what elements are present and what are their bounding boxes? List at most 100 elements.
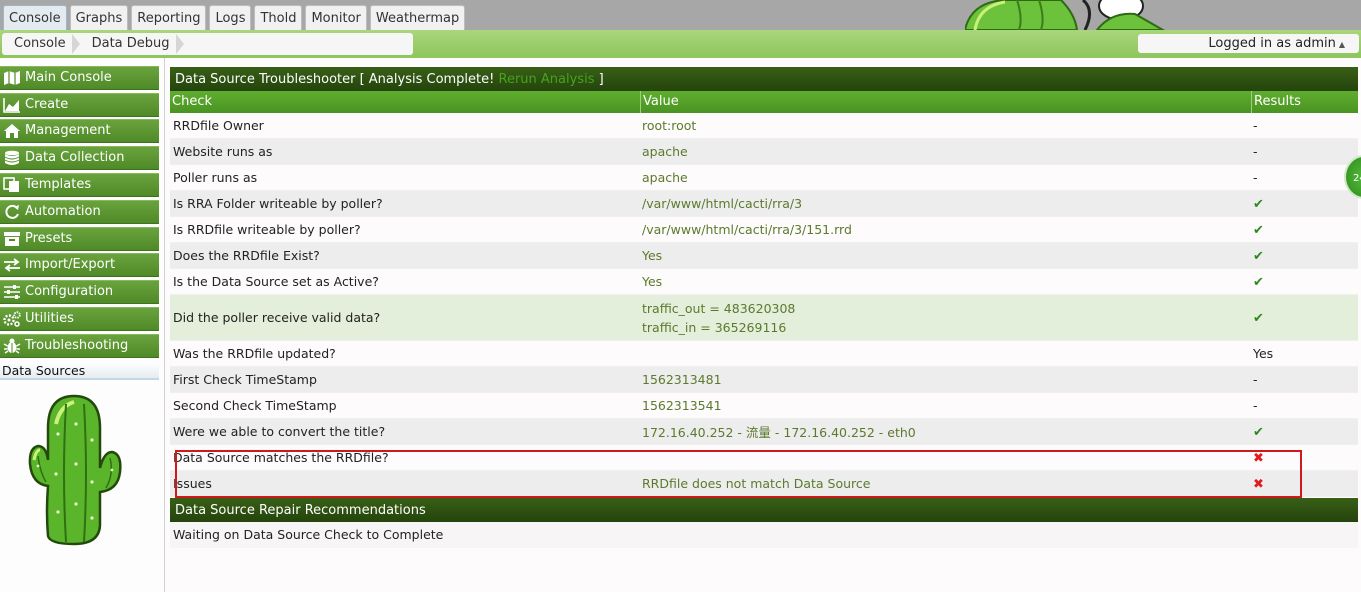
cactus-banner-image	[965, 0, 1165, 30]
table-row: Does the RRDfile Exist? Yes ✔	[170, 243, 1358, 269]
sidebar-subitem-data-sources[interactable]: Data Sources	[0, 362, 159, 380]
breadcrumb-bar: Console Data Debug Logged in as admin ▲	[0, 30, 1361, 58]
check-icon: ✔	[1253, 196, 1264, 212]
rerun-analysis-link[interactable]: Rerun Analysis	[499, 72, 595, 87]
table-row: Data Source matches the RRDfile? ✖	[170, 445, 1358, 471]
result-cell: -	[1253, 398, 1258, 413]
column-header-results[interactable]: Results	[1251, 91, 1358, 113]
value-text: /var/www/html/cacti/rra/3/151.rrd	[642, 222, 852, 237]
breadcrumb-console[interactable]: Console	[2, 33, 80, 55]
tab-graphs[interactable]: Graphs	[69, 5, 129, 30]
user-menu[interactable]: Logged in as admin ▲	[1138, 34, 1359, 53]
result-cell: ✔	[1251, 222, 1358, 238]
sidebar-item-label: Data Collection	[25, 150, 125, 165]
check-cell: Is RRDfile writeable by poller?	[173, 222, 361, 237]
sidebar-item-utilities[interactable]: Utilities	[0, 307, 159, 331]
home-icon	[2, 122, 22, 140]
column-header-value[interactable]: Value	[640, 91, 1251, 113]
check-cell: Issues	[173, 476, 212, 491]
sidebar-item-presets[interactable]: Presets	[0, 227, 159, 251]
cross-icon: ✖	[1253, 450, 1264, 466]
result-cell: ✔	[1251, 248, 1358, 264]
table-row: Was the RRDfile updated? Yes	[170, 341, 1358, 367]
column-header-check[interactable]: Check	[170, 91, 640, 113]
sidebar-item-create[interactable]: Create	[0, 93, 159, 117]
value-text: root:root	[642, 118, 697, 133]
check-cell: Poller runs as	[173, 170, 258, 185]
check-icon: ✔	[1253, 248, 1264, 264]
caret-up-icon: ▲	[1338, 40, 1345, 49]
troubleshooter-table: RRDfile Owner root:root - Website runs as ap…	[170, 113, 1358, 497]
table-row: Is RRA Folder writeable by poller? /var/w…	[170, 191, 1358, 217]
value-text: RRDfile does not match Data Source	[642, 476, 871, 491]
tab-reporting[interactable]: Reporting	[131, 5, 207, 30]
troubleshooter-title-end: ]	[598, 72, 604, 87]
troubleshooter-title: Data Source Troubleshooter [ Analysis Co…	[175, 72, 495, 87]
copy-icon	[2, 176, 22, 194]
tab-thold[interactable]: Thold	[254, 5, 303, 30]
database-icon	[2, 149, 22, 167]
result-cell: ✖	[1251, 476, 1358, 492]
archive-icon	[2, 230, 22, 248]
check-cell: Did the poller receive valid data?	[173, 310, 381, 325]
tab-weathermap[interactable]: Weathermap	[369, 5, 466, 30]
value-cell: apache	[640, 170, 1251, 185]
main-content: Data Source Troubleshooter [ Analysis Co…	[170, 66, 1358, 548]
tab-logs[interactable]: Logs	[209, 5, 252, 30]
table-header: Check Value Results	[170, 91, 1358, 113]
sidebar-item-import-export[interactable]: Import/Export	[0, 253, 159, 277]
value-cell: 172.16.40.252 - 流量 - 172.16.40.252 - eth…	[640, 422, 1251, 441]
result-cell: -	[1253, 372, 1258, 387]
check-icon: ✔	[1253, 424, 1264, 440]
recommendations-message: Waiting on Data Source Check to Complete	[170, 522, 1358, 548]
value-text: apache	[642, 144, 688, 159]
value-cell: 1562313541	[640, 398, 1251, 413]
tab-console[interactable]: Console	[3, 5, 67, 30]
result-cell: ✔	[1251, 424, 1358, 440]
value-cell: 1562313481	[640, 372, 1251, 387]
check-cell: Is RRA Folder writeable by poller?	[173, 196, 383, 211]
result-cell: -	[1253, 170, 1258, 185]
sidebar-item-label: Automation	[25, 204, 101, 219]
check-cell: Website runs as	[173, 144, 273, 159]
table-row: RRDfile Owner root:root -	[170, 113, 1358, 139]
cacti-logo	[26, 394, 124, 546]
sidebar-item-troubleshooting[interactable]: Troubleshooting	[0, 334, 159, 358]
result-cell: Yes	[1253, 346, 1274, 361]
sidebar-item-management[interactable]: Management	[0, 119, 159, 143]
sidebar-item-label: Configuration	[25, 284, 114, 299]
troubleshooter-header: Data Source Troubleshooter [ Analysis Co…	[170, 66, 1358, 91]
result-cell: -	[1253, 144, 1258, 159]
sidebar-item-templates[interactable]: Templates	[0, 173, 159, 197]
check-cell: Were we able to convert the title?	[173, 424, 386, 439]
value-cell: traffic_out = 483620308 traffic_in = 3652…	[640, 301, 1251, 335]
sidebar-item-configuration[interactable]: Configuration	[0, 280, 159, 304]
exchange-icon	[2, 256, 22, 274]
sidebar-item-label: Utilities	[25, 311, 74, 326]
table-row: Poller runs as apache -	[170, 165, 1358, 191]
sliders-icon	[2, 283, 22, 301]
value-text: /var/www/html/cacti/rra/3	[642, 196, 803, 211]
check-icon: ✔	[1253, 222, 1264, 238]
value-cell: Yes	[640, 274, 1251, 289]
breadcrumb-data-debug[interactable]: Data Debug	[80, 33, 184, 55]
sidebar-item-data-collection[interactable]: Data Collection	[0, 146, 159, 170]
sidebar-item-automation[interactable]: Automation	[0, 200, 159, 224]
sidebar-item-label: Presets	[25, 231, 73, 246]
breadcrumb: Console Data Debug	[2, 33, 413, 55]
value-cell: RRDfile does not match Data Source	[640, 476, 1251, 491]
table-row: Did the poller receive valid data? traffi…	[170, 295, 1358, 341]
value-text: traffic_out = 483620308	[642, 300, 796, 316]
value-text: apache	[642, 170, 688, 185]
sidebar-item-main-console[interactable]: Main Console	[0, 66, 159, 90]
tab-monitor[interactable]: Monitor	[305, 5, 367, 30]
table-row: Is the Data Source set as Active? Yes ✔	[170, 269, 1358, 295]
result-cell: ✔	[1251, 274, 1358, 290]
recommendations-header: Data Source Repair Recommendations	[170, 497, 1358, 522]
user-label: Logged in as admin	[1208, 36, 1336, 51]
sidebar-item-label: Import/Export	[25, 257, 116, 272]
sidebar-item-label: Main Console	[25, 70, 112, 85]
value-cell: apache	[640, 144, 1251, 159]
result-cell: ✖	[1251, 450, 1358, 466]
top-tab-bar: Console Graphs Reporting Logs Thold Moni…	[0, 0, 1361, 30]
